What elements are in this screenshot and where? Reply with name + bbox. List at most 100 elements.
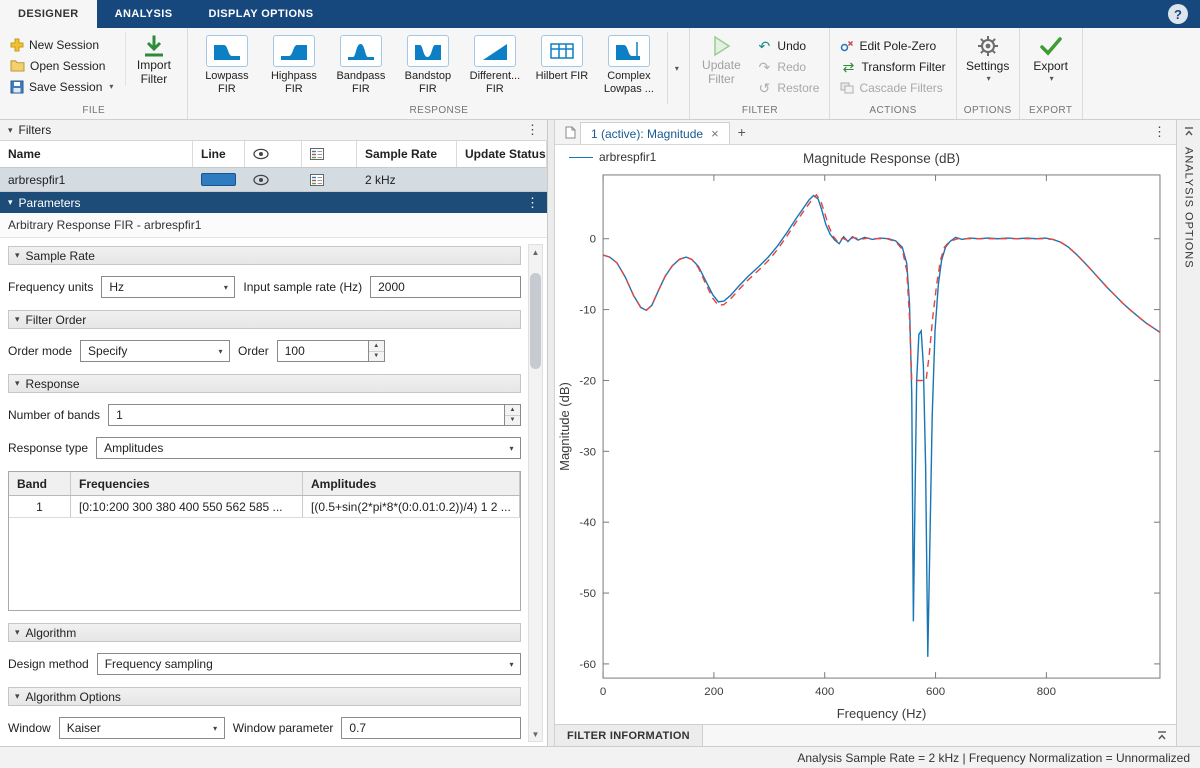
tab-display-options[interactable]: DISPLAY OPTIONS (190, 0, 331, 28)
number-of-bands-stepper[interactable]: 1 ▲▼ (108, 404, 521, 426)
parameters-scrollbar[interactable]: ▲ ▼ (528, 244, 543, 742)
algorithm-group-header[interactable]: ▾ Algorithm (8, 623, 521, 642)
number-of-bands-spinner[interactable]: ▲▼ (505, 404, 521, 426)
transform-filter-button[interactable]: ⇄ Transform Filter (836, 56, 949, 77)
number-of-bands-value: 1 (116, 408, 123, 422)
col-header-visibility[interactable] (245, 141, 302, 167)
response-hilbert-fir-button[interactable]: Hilbert FIR (529, 32, 594, 104)
order-mode-select[interactable]: Specify ▾ (80, 340, 230, 362)
response-highpass-fir-button[interactable]: HighpassFIR (261, 32, 326, 104)
filter-order-collapse-icon[interactable]: ▾ (15, 314, 20, 325)
scrollbar-down-icon[interactable]: ▼ (529, 727, 542, 741)
frequency-units-select[interactable]: Hz ▾ (101, 276, 235, 298)
number-of-bands-field[interactable]: 1 (108, 404, 505, 426)
scrollbar-track[interactable] (529, 259, 542, 727)
filter-table-row[interactable]: arbrespfir1 2 kHz (0, 168, 547, 192)
restore-button[interactable]: ↺ Restore (752, 77, 823, 98)
update-filter-button[interactable]: Update Filter (696, 32, 746, 86)
open-session-button[interactable]: Open Session (6, 55, 117, 76)
line-color-swatch[interactable] (201, 173, 236, 186)
parameters-panel-header[interactable]: ▾ Parameters ⋮ (0, 192, 547, 213)
order-spinner[interactable]: ▲▼ (369, 340, 385, 362)
filter-information-tab[interactable]: FILTER INFORMATION (555, 725, 703, 746)
help-button[interactable]: ? (1168, 4, 1188, 24)
response-gallery-dropdown[interactable]: ▾ (667, 32, 683, 104)
undo-button[interactable]: ↶ Undo (752, 35, 823, 56)
tab-designer[interactable]: DESIGNER (0, 0, 97, 28)
amplitudes-cell[interactable]: [(0.5+sin(2*pi*8*(0:0.01:0.2))/4) 1 2 ..… (303, 496, 520, 517)
col-header-update-status[interactable]: Update Status (457, 141, 547, 167)
new-session-button[interactable]: New Session (6, 34, 117, 55)
panel-splitter[interactable] (548, 120, 555, 746)
col-header-line[interactable]: Line (193, 141, 245, 167)
frequencies-cell[interactable]: [0:10:200 300 380 400 550 562 585 ... (71, 496, 303, 517)
page-icon (565, 126, 576, 139)
spinner-up-icon[interactable]: ▲ (369, 341, 384, 351)
algorithm-collapse-icon[interactable]: ▾ (15, 627, 20, 638)
collapse-panel-icon[interactable] (1183, 126, 1195, 137)
parameters-collapse-icon[interactable]: ▾ (8, 197, 13, 208)
scrollbar-thumb[interactable] (530, 273, 541, 369)
response-type-label: Response type (8, 441, 88, 455)
band-cell[interactable]: 1 (9, 496, 71, 517)
order-value: 100 (285, 344, 305, 358)
filters-panel-header[interactable]: ▾ Filters ⋮ (0, 120, 547, 141)
sample-rate-group-header[interactable]: ▾ Sample Rate (8, 246, 521, 265)
response-bandpass-fir-button[interactable]: BandpassFIR (328, 32, 393, 104)
sample-rate-collapse-icon[interactable]: ▾ (15, 250, 20, 261)
response-collapse-icon[interactable]: ▾ (15, 378, 20, 389)
col-header-legend[interactable] (302, 141, 357, 167)
filter-legend-cell[interactable] (302, 168, 357, 191)
input-sample-rate-field[interactable]: 2000 (370, 276, 521, 298)
spinner-down-icon[interactable]: ▼ (505, 415, 520, 426)
chevron-down-icon: ▾ (212, 341, 229, 361)
edit-pole-zero-button[interactable]: Edit Pole-Zero (836, 35, 949, 56)
differentiator-icon (474, 35, 516, 67)
window-parameter-field[interactable]: 0.7 (341, 717, 521, 739)
export-button[interactable]: Export ▾ (1026, 32, 1076, 83)
response-different-fir-button[interactable]: Different...FIR (462, 32, 527, 104)
col-header-sample-rate[interactable]: Sample Rate (357, 141, 457, 167)
response-complex-lowpas-button[interactable]: ComplexLowpas ... (596, 32, 661, 104)
tab-magnitude-plot[interactable]: 1 (active): Magnitude × (580, 122, 730, 144)
response-group-header[interactable]: ▾ Response (8, 374, 521, 393)
filter-visibility-cell[interactable] (245, 168, 302, 191)
scrollbar-up-icon[interactable]: ▲ (529, 245, 542, 259)
pole-zero-icon (840, 40, 854, 52)
chevron-down-icon: ▾ (207, 718, 224, 738)
response-lowpass-fir-button[interactable]: LowpassFIR (194, 32, 259, 104)
window-parameter-value: 0.7 (349, 721, 366, 735)
cascade-filters-button[interactable]: Cascade Filters (836, 77, 949, 98)
analysis-options-strip[interactable]: ANALYSIS OPTIONS (1176, 120, 1200, 746)
redo-button[interactable]: ↷ Redo (752, 56, 823, 77)
order-field[interactable]: 100 (277, 340, 369, 362)
parameters-menu-icon[interactable]: ⋮ (526, 195, 539, 211)
add-plot-tab-button[interactable]: + (730, 120, 754, 144)
tab-analysis[interactable]: ANALYSIS (97, 0, 191, 28)
band-table: Band Frequencies Amplitudes 1 [0:10:200 … (8, 471, 521, 611)
close-icon[interactable]: × (711, 126, 719, 141)
response-type-select[interactable]: Amplitudes ▾ (96, 437, 521, 459)
filter-information-expand-button[interactable] (1148, 725, 1176, 746)
spinner-up-icon[interactable]: ▲ (505, 405, 520, 415)
filters-menu-icon[interactable]: ⋮ (526, 122, 539, 138)
plot-panel: 1 (active): Magnitude × + ⋮ arbrespfir1 … (555, 120, 1176, 746)
import-filter-button[interactable]: Import Filter (125, 32, 181, 86)
col-header-name[interactable]: Name (0, 141, 193, 167)
filter-order-group-header[interactable]: ▾ Filter Order (8, 310, 521, 329)
plot-tab-menu-icon[interactable]: ⋮ (1143, 120, 1176, 144)
algorithm-options-group-header[interactable]: ▾ Algorithm Options (8, 687, 521, 706)
window-select[interactable]: Kaiser ▾ (59, 717, 225, 739)
response-bandstop-fir-button[interactable]: BandstopFIR (395, 32, 460, 104)
order-stepper[interactable]: 100 ▲▼ (277, 340, 385, 362)
save-session-dropdown-icon[interactable]: ▾ (109, 82, 113, 91)
save-session-button[interactable]: Save Session ▾ (6, 76, 117, 97)
algorithm-options-collapse-icon[interactable]: ▾ (15, 691, 20, 702)
spinner-down-icon[interactable]: ▼ (369, 351, 384, 362)
filter-line-cell[interactable] (193, 168, 245, 191)
band-table-row[interactable]: 1 [0:10:200 300 380 400 550 562 585 ... … (9, 496, 520, 518)
design-method-select[interactable]: Frequency sampling ▾ (97, 653, 521, 675)
settings-button[interactable]: Settings ▾ (963, 32, 1013, 83)
filters-collapse-icon[interactable]: ▾ (8, 125, 13, 136)
plot-tab-label: 1 (active): Magnitude (591, 127, 703, 141)
